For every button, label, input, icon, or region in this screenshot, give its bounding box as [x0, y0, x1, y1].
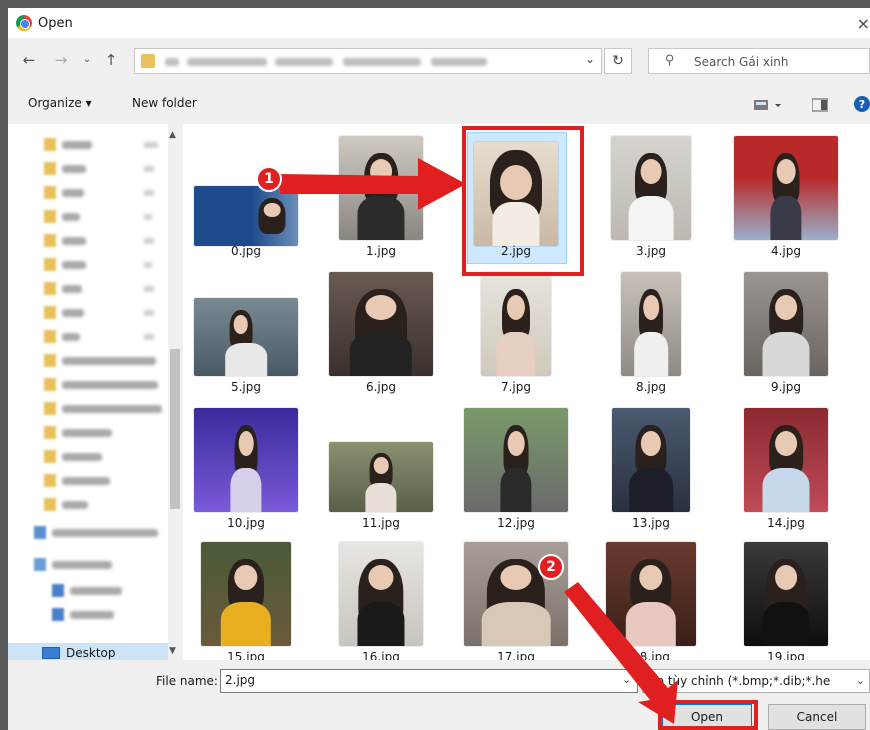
- open-file-dialog: Open × ← → ⌄ ↑ ⌄ ↻ ⚲ Search Gái xinh Org…: [8, 8, 870, 730]
- arrow-to-open-button: [564, 582, 678, 724]
- step-badge-1: 1: [256, 166, 282, 192]
- annotation-arrows: [280, 158, 678, 724]
- step-badge-2: 2: [538, 554, 564, 580]
- arrow-to-selected-file: [280, 158, 466, 210]
